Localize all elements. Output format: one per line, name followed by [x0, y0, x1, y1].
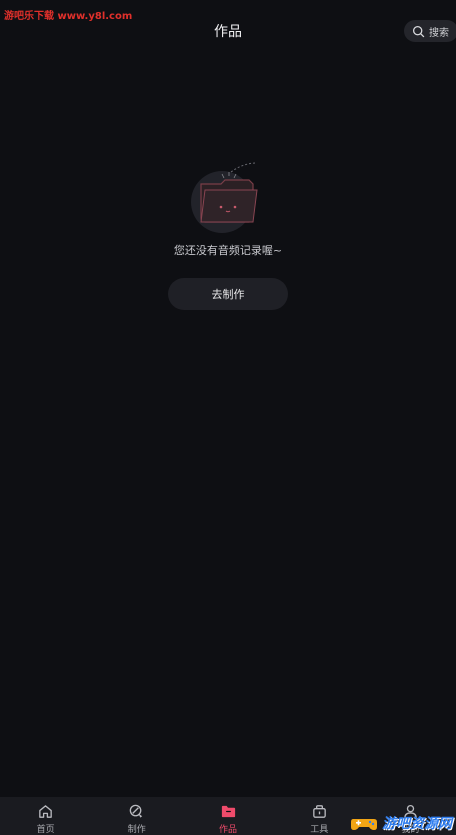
- home-icon: [39, 805, 52, 818]
- tab-home[interactable]: 首页: [0, 797, 91, 835]
- empty-folder-icon: [191, 162, 258, 233]
- tab-create[interactable]: 制作: [91, 797, 182, 835]
- tab-label: 作品: [219, 825, 238, 835]
- tab-works[interactable]: 作品: [182, 797, 273, 835]
- toolbox-icon: [312, 805, 326, 818]
- brand-text: 游吧资源网: [382, 816, 452, 832]
- gamepad-icon: [351, 819, 377, 830]
- go-create-button[interactable]: 去制作: [168, 278, 288, 310]
- tab-label: 首页: [36, 825, 55, 835]
- brand-logo: 游吧资源网: [349, 813, 452, 833]
- page-title: 作品: [214, 24, 242, 40]
- create-icon: [129, 804, 143, 818]
- tab-label: 制作: [127, 825, 146, 835]
- empty-message: 您还没有音频记录喔~: [173, 244, 283, 257]
- search-icon: [412, 25, 425, 37]
- works-page: 游吧乐下载 www.y8l.com 作品 搜索 您还没有音频记录喔~ 去制作 首…: [0, 0, 456, 835]
- search-button[interactable]: 搜索: [404, 20, 456, 42]
- folder-icon: [221, 805, 235, 818]
- tab-label: 工具: [310, 825, 329, 835]
- header: 作品 搜索: [0, 0, 456, 62]
- search-label: 搜索: [429, 27, 449, 39]
- empty-state: 您还没有音频记录喔~ 去制作: [0, 160, 456, 310]
